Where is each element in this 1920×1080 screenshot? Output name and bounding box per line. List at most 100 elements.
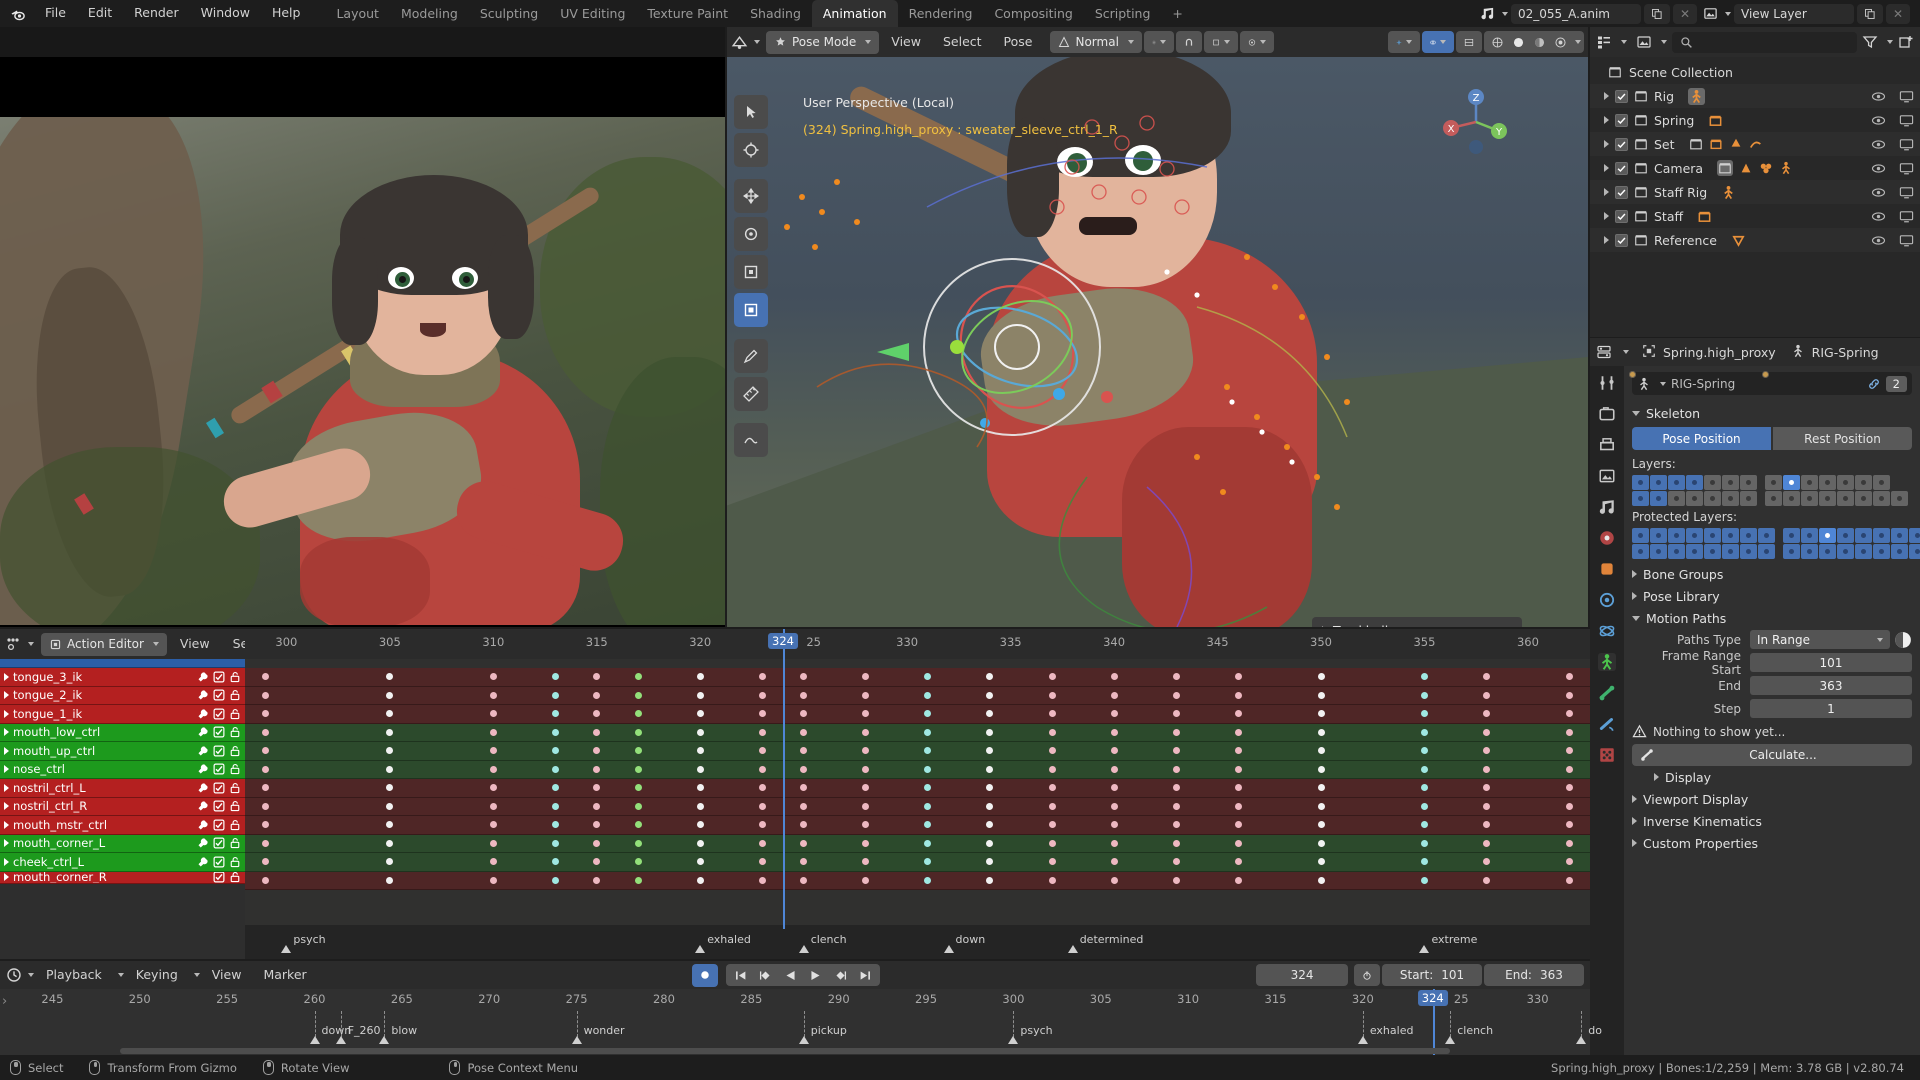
keyframe[interactable] [1420,784,1428,791]
keyframe[interactable] [386,673,394,680]
keyframe-row[interactable] [245,797,1590,816]
keyframe[interactable] [1483,728,1491,736]
keyframe[interactable] [1110,784,1118,791]
lock-icon[interactable] [229,871,241,883]
expand-arrow-icon[interactable] [1604,236,1609,244]
modifier-icon[interactable] [197,856,209,868]
protected-layer-cell[interactable] [1819,528,1836,543]
protected-layer-cell[interactable] [1650,528,1667,543]
channel-enable-checkbox[interactable] [213,689,225,701]
current-frame-field[interactable]: 324 [1256,964,1349,986]
expand-arrow-icon[interactable] [4,783,9,792]
marker-triangle[interactable] [335,1036,346,1044]
keyframe[interactable] [1234,858,1242,865]
keyframe[interactable] [386,876,394,884]
keyframe[interactable] [1110,839,1118,847]
marker-triangle[interactable] [1067,945,1078,953]
marker-triangle[interactable] [1008,1036,1019,1044]
keyframe[interactable] [551,747,559,754]
keyframe[interactable] [1483,802,1491,810]
protected-layer-cell[interactable] [1873,528,1890,543]
timeline-body[interactable]: 245 250 255 260 265 270 275 280 285 290 295 300 305 3… [0,989,1602,1055]
keyframe-grid[interactable]: 300 305 310 315 320 330 335 340 345 350 355 360 25 p… [245,629,1590,959]
link-icon[interactable] [1867,377,1881,391]
tool-move[interactable] [734,179,768,213]
keyframe[interactable] [800,765,808,773]
layer-cell[interactable] [1801,475,1818,490]
keyframe[interactable] [489,802,497,810]
keyframe[interactable] [1420,765,1428,773]
workspace-tab-rendering[interactable]: Rendering [898,0,984,27]
protected-layer-cell[interactable] [1740,544,1757,559]
armature-badge-icon[interactable] [1688,87,1706,105]
next-keyframe-icon[interactable] [828,969,853,982]
outliner-search-input[interactable] [1672,31,1857,53]
protected-layer-cell[interactable] [1740,528,1757,543]
viewport-menu-view[interactable]: View [881,35,931,49]
pose-position-button[interactable]: Pose Position [1632,427,1771,450]
keyframe[interactable] [489,710,497,717]
keyframe[interactable] [1317,765,1325,773]
outliner-item-rig[interactable]: Rig [1590,84,1920,108]
camera-badge-icon[interactable] [1739,161,1753,175]
keyframe[interactable] [634,858,642,865]
menu-edit[interactable]: Edit [77,7,123,20]
channel-enable-checkbox[interactable] [213,871,225,883]
exclude-checkbox[interactable] [1615,137,1628,151]
jump-start-icon[interactable] [728,969,753,982]
keyframe[interactable] [593,821,601,828]
protected-layer-cell[interactable] [1722,528,1739,543]
marker-triangle[interactable] [798,1036,809,1044]
keyframe-row[interactable] [245,686,1590,705]
keyframe[interactable] [1317,858,1325,865]
layer-cell[interactable] [1668,491,1685,506]
keyframe[interactable] [986,784,994,791]
layer-cell[interactable] [1704,475,1721,490]
protected-layer-cell[interactable] [1801,544,1818,559]
keyframe[interactable] [551,802,559,810]
keyframe[interactable] [262,876,270,884]
exclude-checkbox[interactable] [1615,233,1628,247]
keyframe[interactable] [758,728,766,736]
protected-layer-cell[interactable] [1722,544,1739,559]
expand-arrow-icon[interactable] [1604,140,1609,148]
keyframe[interactable] [634,802,642,810]
keyframe[interactable] [696,765,704,773]
keyframe[interactable] [696,747,704,754]
add-workspace-button[interactable]: + [1161,0,1193,27]
keyframe[interactable] [924,673,932,680]
keyframe[interactable] [862,673,870,680]
keyframe[interactable] [1048,691,1056,699]
layer-cell[interactable] [1668,475,1685,490]
keyframe[interactable] [386,839,394,847]
channel-row[interactable]: tongue_3_ik [0,668,245,687]
keyframe[interactable] [262,673,270,680]
tool-tab-icon[interactable] [1598,374,1616,392]
exclude-checkbox[interactable] [1615,89,1628,103]
start-frame-field[interactable]: Start: 101 [1382,964,1483,986]
protected-layer-cell[interactable] [1837,528,1854,543]
keyframe[interactable] [386,728,394,736]
play-reverse-icon[interactable] [778,969,803,982]
expand-arrow-icon[interactable] [4,839,9,848]
outliner-item-reference[interactable]: Reference [1590,228,1920,252]
keyframe[interactable] [551,858,559,865]
menu-render[interactable]: Render [123,7,190,20]
keyframe[interactable] [696,821,704,828]
protected-layer-cell[interactable] [1668,528,1685,543]
keyframe[interactable] [862,784,870,791]
keyframe[interactable] [1048,784,1056,791]
keyframe[interactable] [1565,821,1573,828]
keyframe[interactable] [1234,765,1242,773]
show-overlays-button[interactable] [1422,31,1454,53]
keyframe[interactable] [551,784,559,791]
keyframe[interactable] [862,839,870,847]
breadcrumb-object-label[interactable]: Spring.high_proxy [1663,345,1776,360]
monitor-icon[interactable] [1899,89,1914,104]
keyframe[interactable] [551,821,559,828]
protected-layer-cell[interactable] [1758,528,1775,543]
keyframe[interactable] [1483,710,1491,717]
protected-layer-cell[interactable] [1758,544,1775,559]
layer-cell[interactable] [1722,491,1739,506]
armature-layers-grid[interactable] [1628,371,1912,506]
